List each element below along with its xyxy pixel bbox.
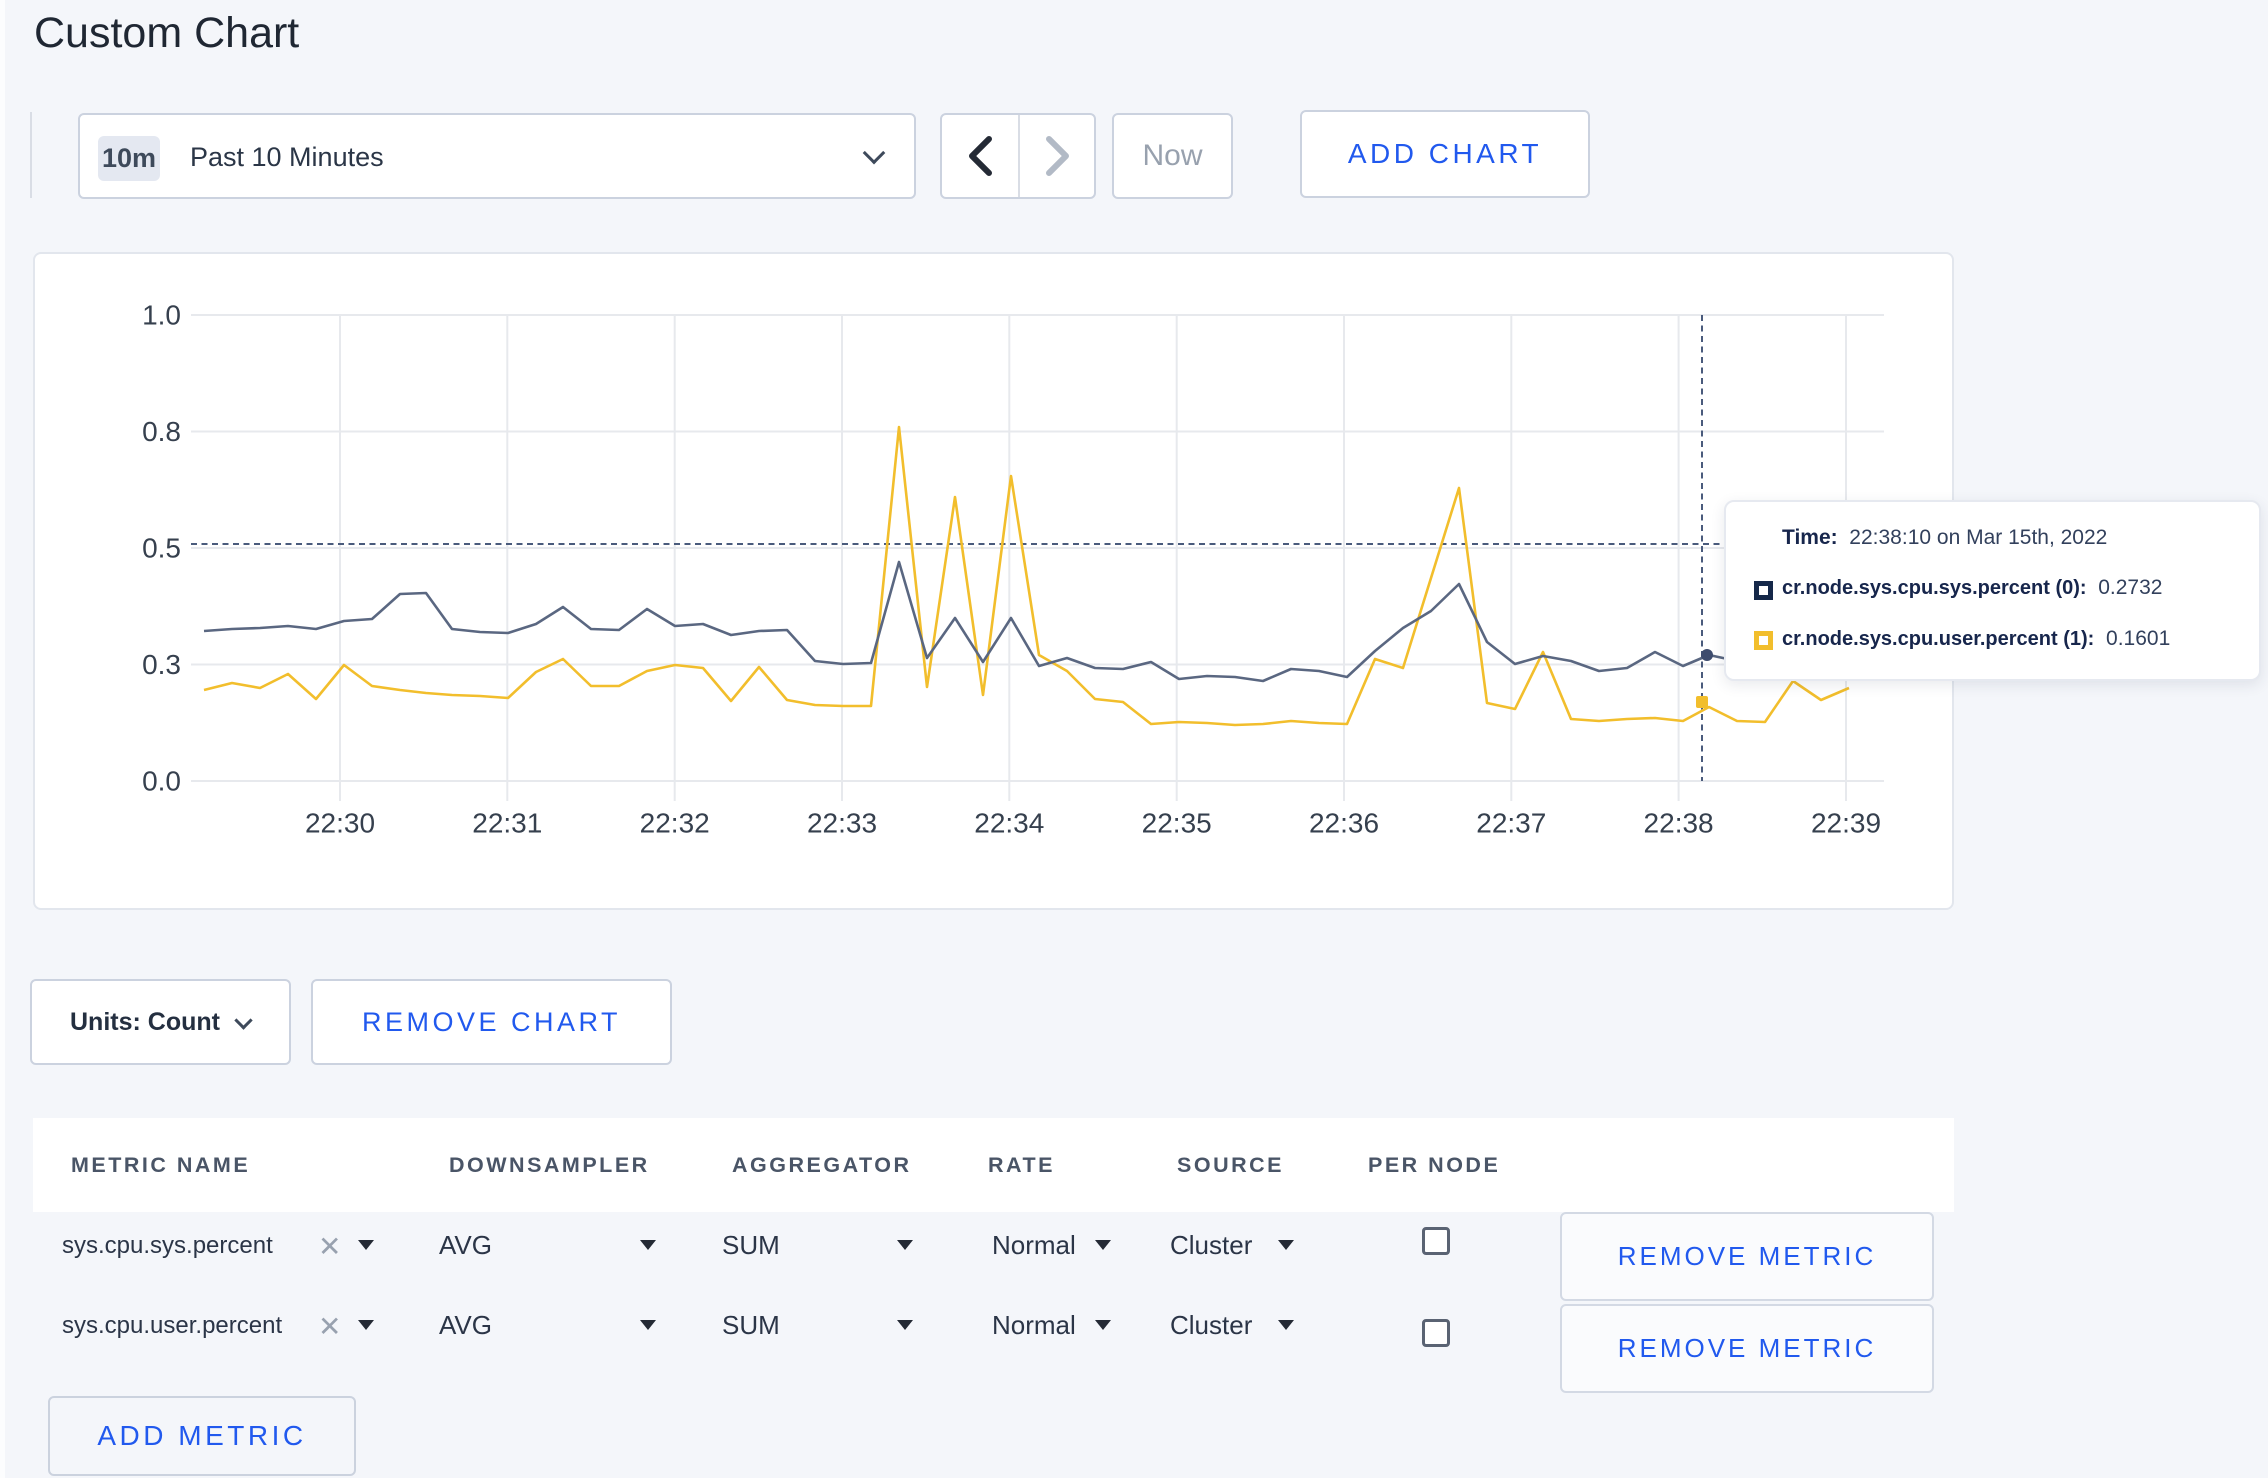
- svg-text:22:32: 22:32: [640, 808, 710, 839]
- svg-text:22:35: 22:35: [1142, 808, 1212, 839]
- svg-text:22:39: 22:39: [1811, 808, 1881, 839]
- svg-text:22:33: 22:33: [807, 808, 877, 839]
- svg-text:0.5: 0.5: [142, 533, 181, 564]
- svg-text:1.0: 1.0: [142, 300, 181, 331]
- svg-text:0.8: 0.8: [142, 416, 181, 447]
- svg-text:22:31: 22:31: [472, 808, 542, 839]
- svg-text:22:38: 22:38: [1644, 808, 1714, 839]
- svg-text:0.3: 0.3: [142, 649, 181, 680]
- svg-text:22:30: 22:30: [305, 808, 375, 839]
- svg-text:22:34: 22:34: [974, 808, 1044, 839]
- svg-text:22:37: 22:37: [1476, 808, 1546, 839]
- svg-text:22:36: 22:36: [1309, 808, 1379, 839]
- svg-text:0.0: 0.0: [142, 766, 181, 797]
